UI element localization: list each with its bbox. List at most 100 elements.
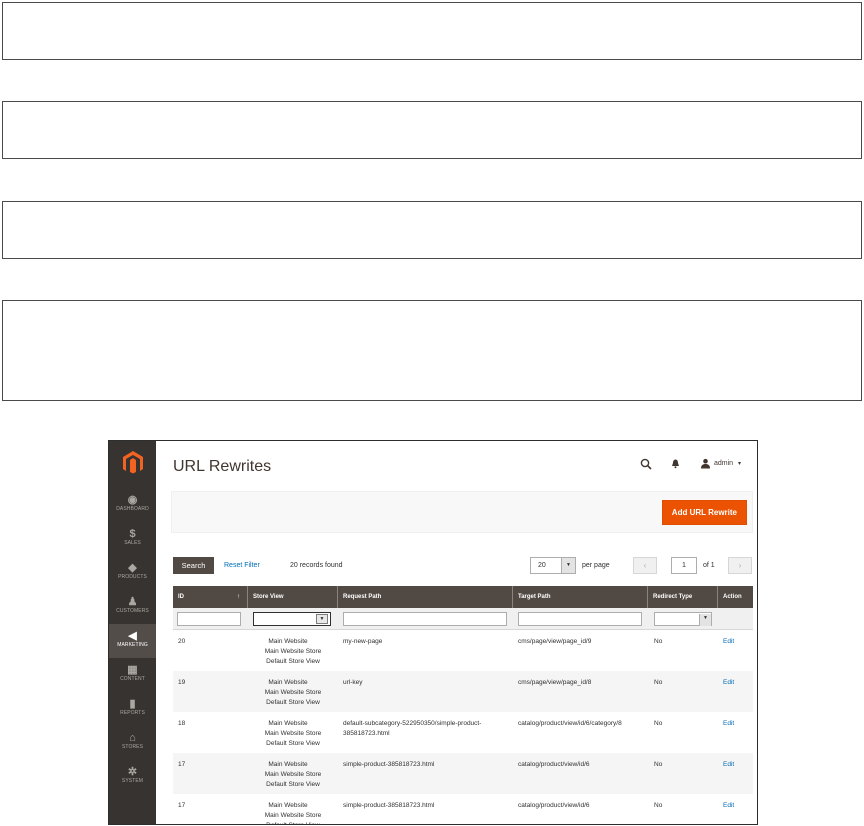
admin-screenshot: ◉ DASHBOARD $ SALES ◆ PRODUCTS ♟ CUSTOMERS ◀ MARK…: [108, 440, 758, 825]
edit-link[interactable]: Edit: [723, 678, 734, 688]
page-count: of 1: [703, 562, 715, 569]
sidebar-item-label: STORES: [121, 744, 144, 750]
search-button[interactable]: Search: [173, 557, 214, 574]
megaphone-icon: ◀: [128, 630, 137, 642]
placeholder-box-3: [2, 201, 862, 259]
table-row[interactable]: 18 Main Website Main Website Store Default …: [173, 712, 753, 753]
per-page-select[interactable]: 20 ▼: [530, 557, 576, 574]
store-view-line: Main Website: [268, 638, 308, 645]
store-view-line: Main Website: [268, 761, 308, 768]
edit-link[interactable]: Edit: [723, 719, 734, 729]
sidebar-item-dashboard[interactable]: ◉ DASHBOARD: [109, 488, 156, 522]
target-path-cell: catalog/product/view/id/6: [518, 802, 590, 809]
per-page-value: 20: [538, 562, 546, 569]
column-header-action: Action: [723, 594, 742, 600]
request-path-line: url-key: [343, 679, 363, 686]
target-path-filter-input[interactable]: [518, 612, 642, 626]
placeholder-box-4: [2, 300, 862, 401]
chevron-down-icon: ▼: [561, 558, 575, 573]
dollar-icon: $: [129, 528, 136, 540]
records-found: 20 records found: [290, 562, 343, 569]
column-header-redirect-type[interactable]: Redirect Type: [648, 586, 718, 608]
store-view-line: Main Website: [268, 720, 308, 727]
id-filter-input[interactable]: [177, 612, 241, 626]
store-icon: ⌂: [129, 732, 136, 744]
table-row[interactable]: 17 Main Website Main Website Store Default …: [173, 753, 753, 794]
redirect-type-cell: No: [654, 761, 663, 768]
store-view-line: Main Website Store: [264, 648, 322, 655]
id-cell: 19: [178, 679, 186, 686]
sidebar-item-stores[interactable]: ⌂ STORES: [109, 726, 156, 760]
store-view-cell: Main Website Main Website Store Default St…: [248, 801, 338, 824]
table-row[interactable]: 17 Main Website Main Website Store Default …: [173, 794, 753, 824]
column-header-request-path[interactable]: Request Path: [338, 586, 513, 608]
next-page-button[interactable]: ›: [728, 557, 752, 574]
main-content: URL Rewrites admin ▾ Add URL Rewrite Sea…: [156, 441, 757, 824]
placeholder-box-1: [2, 2, 862, 60]
store-view-line: Default Store View: [266, 658, 320, 665]
reset-filter-link[interactable]: Reset Filter: [224, 562, 260, 569]
placeholder-box-2: [2, 101, 862, 159]
per-page-label: per page: [582, 562, 610, 569]
store-view-line: Main Website Store: [264, 812, 322, 819]
request-path-filter-input[interactable]: [343, 612, 507, 626]
sidebar-item-label: MARKETING: [117, 642, 148, 648]
store-view-line: Main Website: [268, 679, 308, 686]
store-view-line: Main Website Store: [264, 771, 322, 778]
grid-header: ID ↑ Store View Request Path Target Path…: [173, 586, 753, 608]
sidebar-item-label: SALES: [124, 540, 141, 546]
sidebar-item-content[interactable]: ▦ CONTENT: [109, 658, 156, 692]
page-title: URL Rewrites: [173, 458, 272, 475]
store-view-cell: Main Website Main Website Store Default St…: [248, 678, 338, 708]
sort-ascending-icon[interactable]: ↑: [237, 586, 240, 608]
column-header-store-view[interactable]: Store View: [248, 586, 338, 608]
user-name[interactable]: admin: [714, 460, 733, 467]
user-icon[interactable]: [700, 458, 711, 469]
request-path-cell: simple-product-385818723.html: [343, 760, 434, 770]
target-path-cell: cms/page/view/page_id/9: [518, 638, 592, 645]
request-path-line: my-new-page: [343, 638, 383, 645]
store-view-filter-select[interactable]: ▼: [253, 612, 331, 626]
box-icon: ◆: [128, 562, 137, 574]
request-path-cell: url-key: [343, 678, 363, 688]
sidebar-item-system[interactable]: ✲ SYSTEM: [109, 760, 156, 794]
store-view-cell: Main Website Main Website Store Default St…: [248, 637, 338, 667]
search-icon[interactable]: [640, 458, 652, 470]
gear-icon: ✲: [127, 766, 138, 778]
previous-page-button[interactable]: ‹: [633, 557, 657, 574]
sidebar-item-reports[interactable]: ▮ REPORTS: [109, 692, 156, 726]
sidebar-item-customers[interactable]: ♟ CUSTOMERS: [109, 590, 156, 624]
column-header-target-path[interactable]: Target Path: [513, 586, 648, 608]
person-icon: ♟: [127, 596, 138, 608]
redirect-type-filter-select[interactable]: ▼: [654, 612, 712, 626]
sidebar-item-label: CUSTOMERS: [116, 608, 149, 614]
sidebar-item-label: SYSTEM: [121, 778, 144, 784]
layout-icon: ▦: [127, 664, 138, 676]
redirect-type-cell: No: [654, 802, 663, 809]
page-number-input[interactable]: 1: [671, 557, 697, 574]
id-cell: 17: [178, 802, 186, 809]
chevron-down-icon[interactable]: ▾: [738, 460, 741, 467]
store-view-line: Default Store View: [266, 740, 320, 747]
table-row[interactable]: 19 Main Website Main Website Store Default …: [173, 671, 753, 712]
id-cell: 17: [178, 761, 186, 768]
sidebar-item-products[interactable]: ◆ PRODUCTS: [109, 556, 156, 590]
redirect-type-cell: No: [654, 638, 663, 645]
page-actions-bar: Add URL Rewrite: [171, 491, 753, 533]
id-cell: 20: [178, 638, 186, 645]
request-path-line: simple-product-385818723.html: [343, 761, 435, 768]
edit-link[interactable]: Edit: [723, 760, 734, 770]
redirect-type-cell: No: [654, 679, 663, 686]
chevron-down-icon: ▼: [699, 614, 711, 626]
dashboard-icon: ◉: [127, 494, 138, 506]
bell-icon[interactable]: [670, 458, 681, 469]
edit-link[interactable]: Edit: [723, 637, 734, 647]
sidebar-item-label: PRODUCTS: [118, 574, 147, 580]
magento-logo-icon[interactable]: [122, 450, 144, 474]
table-row[interactable]: 20 Main Website Main Website Store Default …: [173, 630, 753, 671]
sidebar-item-sales[interactable]: $ SALES: [109, 522, 156, 556]
store-view-line: Default Store View: [266, 699, 320, 706]
sidebar-item-marketing[interactable]: ◀ MARKETING: [109, 624, 156, 658]
edit-link[interactable]: Edit: [723, 801, 734, 811]
add-url-rewrite-button[interactable]: Add URL Rewrite: [661, 500, 747, 525]
